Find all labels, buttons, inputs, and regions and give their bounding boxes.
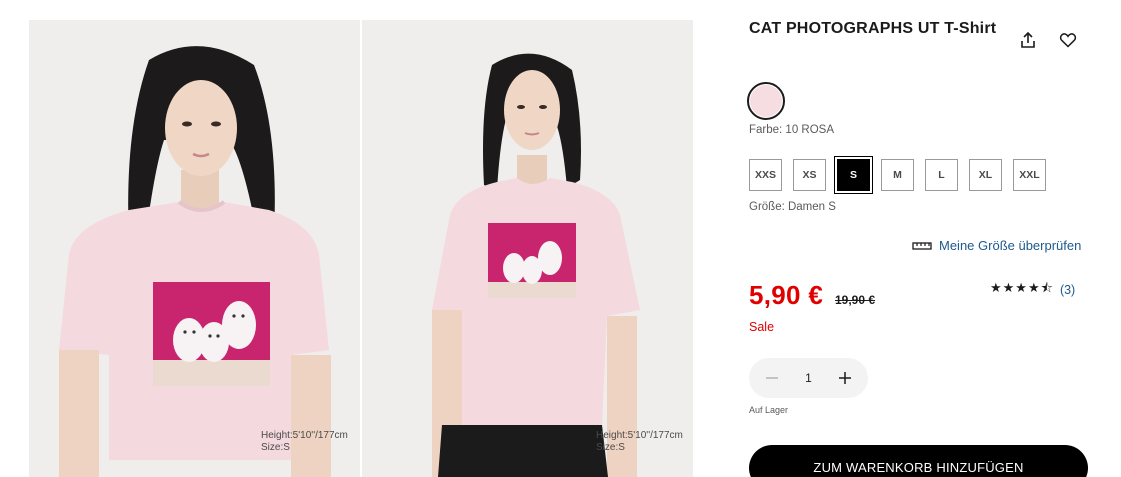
decrease-quantity-button[interactable] bbox=[763, 369, 781, 387]
ruler-icon bbox=[912, 241, 932, 250]
size-option-s[interactable]: S bbox=[834, 156, 873, 194]
size-check-label: Meine Größe überprüfen bbox=[939, 238, 1082, 253]
selected-size-label: Größe: Damen S bbox=[749, 201, 836, 213]
sale-price: 5,90 € bbox=[749, 280, 824, 310]
model-height: Height:5'10''/177cm bbox=[261, 430, 348, 441]
quantity-stepper: 1 bbox=[749, 358, 868, 398]
model-info: Height:5'10''/177cm Size:S bbox=[261, 430, 348, 454]
review-count-link[interactable]: (3) bbox=[1060, 283, 1075, 297]
selected-color-label: Farbe: 10 ROSA bbox=[749, 124, 835, 136]
product-image-2[interactable]: Height:5'10''/177cm Size:S bbox=[362, 20, 693, 477]
quantity-value[interactable]: 1 bbox=[805, 371, 812, 385]
model-height: Height:5'10''/177cm bbox=[596, 430, 683, 441]
size-option-xs[interactable]: XS bbox=[793, 159, 826, 191]
favorite-button[interactable] bbox=[1057, 29, 1079, 51]
rating-stars: ★★★★⯪ bbox=[990, 280, 1054, 295]
size-option-xxl[interactable]: XXL bbox=[1013, 159, 1046, 191]
size-selector: XXS XS S M L XL XXL bbox=[749, 156, 1046, 194]
model-info: Height:5'10''/177cm Size:S bbox=[596, 430, 683, 454]
plus-icon bbox=[839, 372, 851, 384]
product-image-1[interactable]: Height:5'10''/177cm Size:S bbox=[29, 20, 360, 477]
model-photo-front bbox=[29, 20, 360, 477]
stock-status: Auf Lager bbox=[749, 405, 789, 415]
rating[interactable]: ★★★★⯪ (3) bbox=[990, 279, 1075, 301]
model-size: Size:S bbox=[261, 442, 290, 453]
add-to-cart-button[interactable]: ZUM WARENKORB HINZUFÜGEN bbox=[749, 445, 1088, 477]
size-option-xl[interactable]: XL bbox=[969, 159, 1002, 191]
increase-quantity-button[interactable] bbox=[836, 369, 854, 387]
heart-icon bbox=[1059, 33, 1077, 48]
share-button[interactable] bbox=[1017, 29, 1039, 51]
size-check-link[interactable]: Meine Größe überprüfen bbox=[912, 238, 1081, 253]
size-option-l[interactable]: L bbox=[925, 159, 958, 191]
size-option-m[interactable]: M bbox=[881, 159, 914, 191]
product-title: CAT PHOTOGRAPHS UT T-Shirt bbox=[749, 20, 997, 37]
size-option-xxs[interactable]: XXS bbox=[749, 159, 782, 191]
minus-icon bbox=[766, 377, 778, 379]
model-photo-side bbox=[362, 20, 693, 477]
model-size: Size:S bbox=[596, 442, 625, 453]
swatch-color bbox=[750, 85, 782, 117]
color-swatch-rosa[interactable] bbox=[747, 82, 785, 120]
original-price: 19,90 € bbox=[835, 293, 876, 307]
share-icon bbox=[1021, 31, 1035, 48]
sale-badge: Sale bbox=[749, 320, 775, 334]
